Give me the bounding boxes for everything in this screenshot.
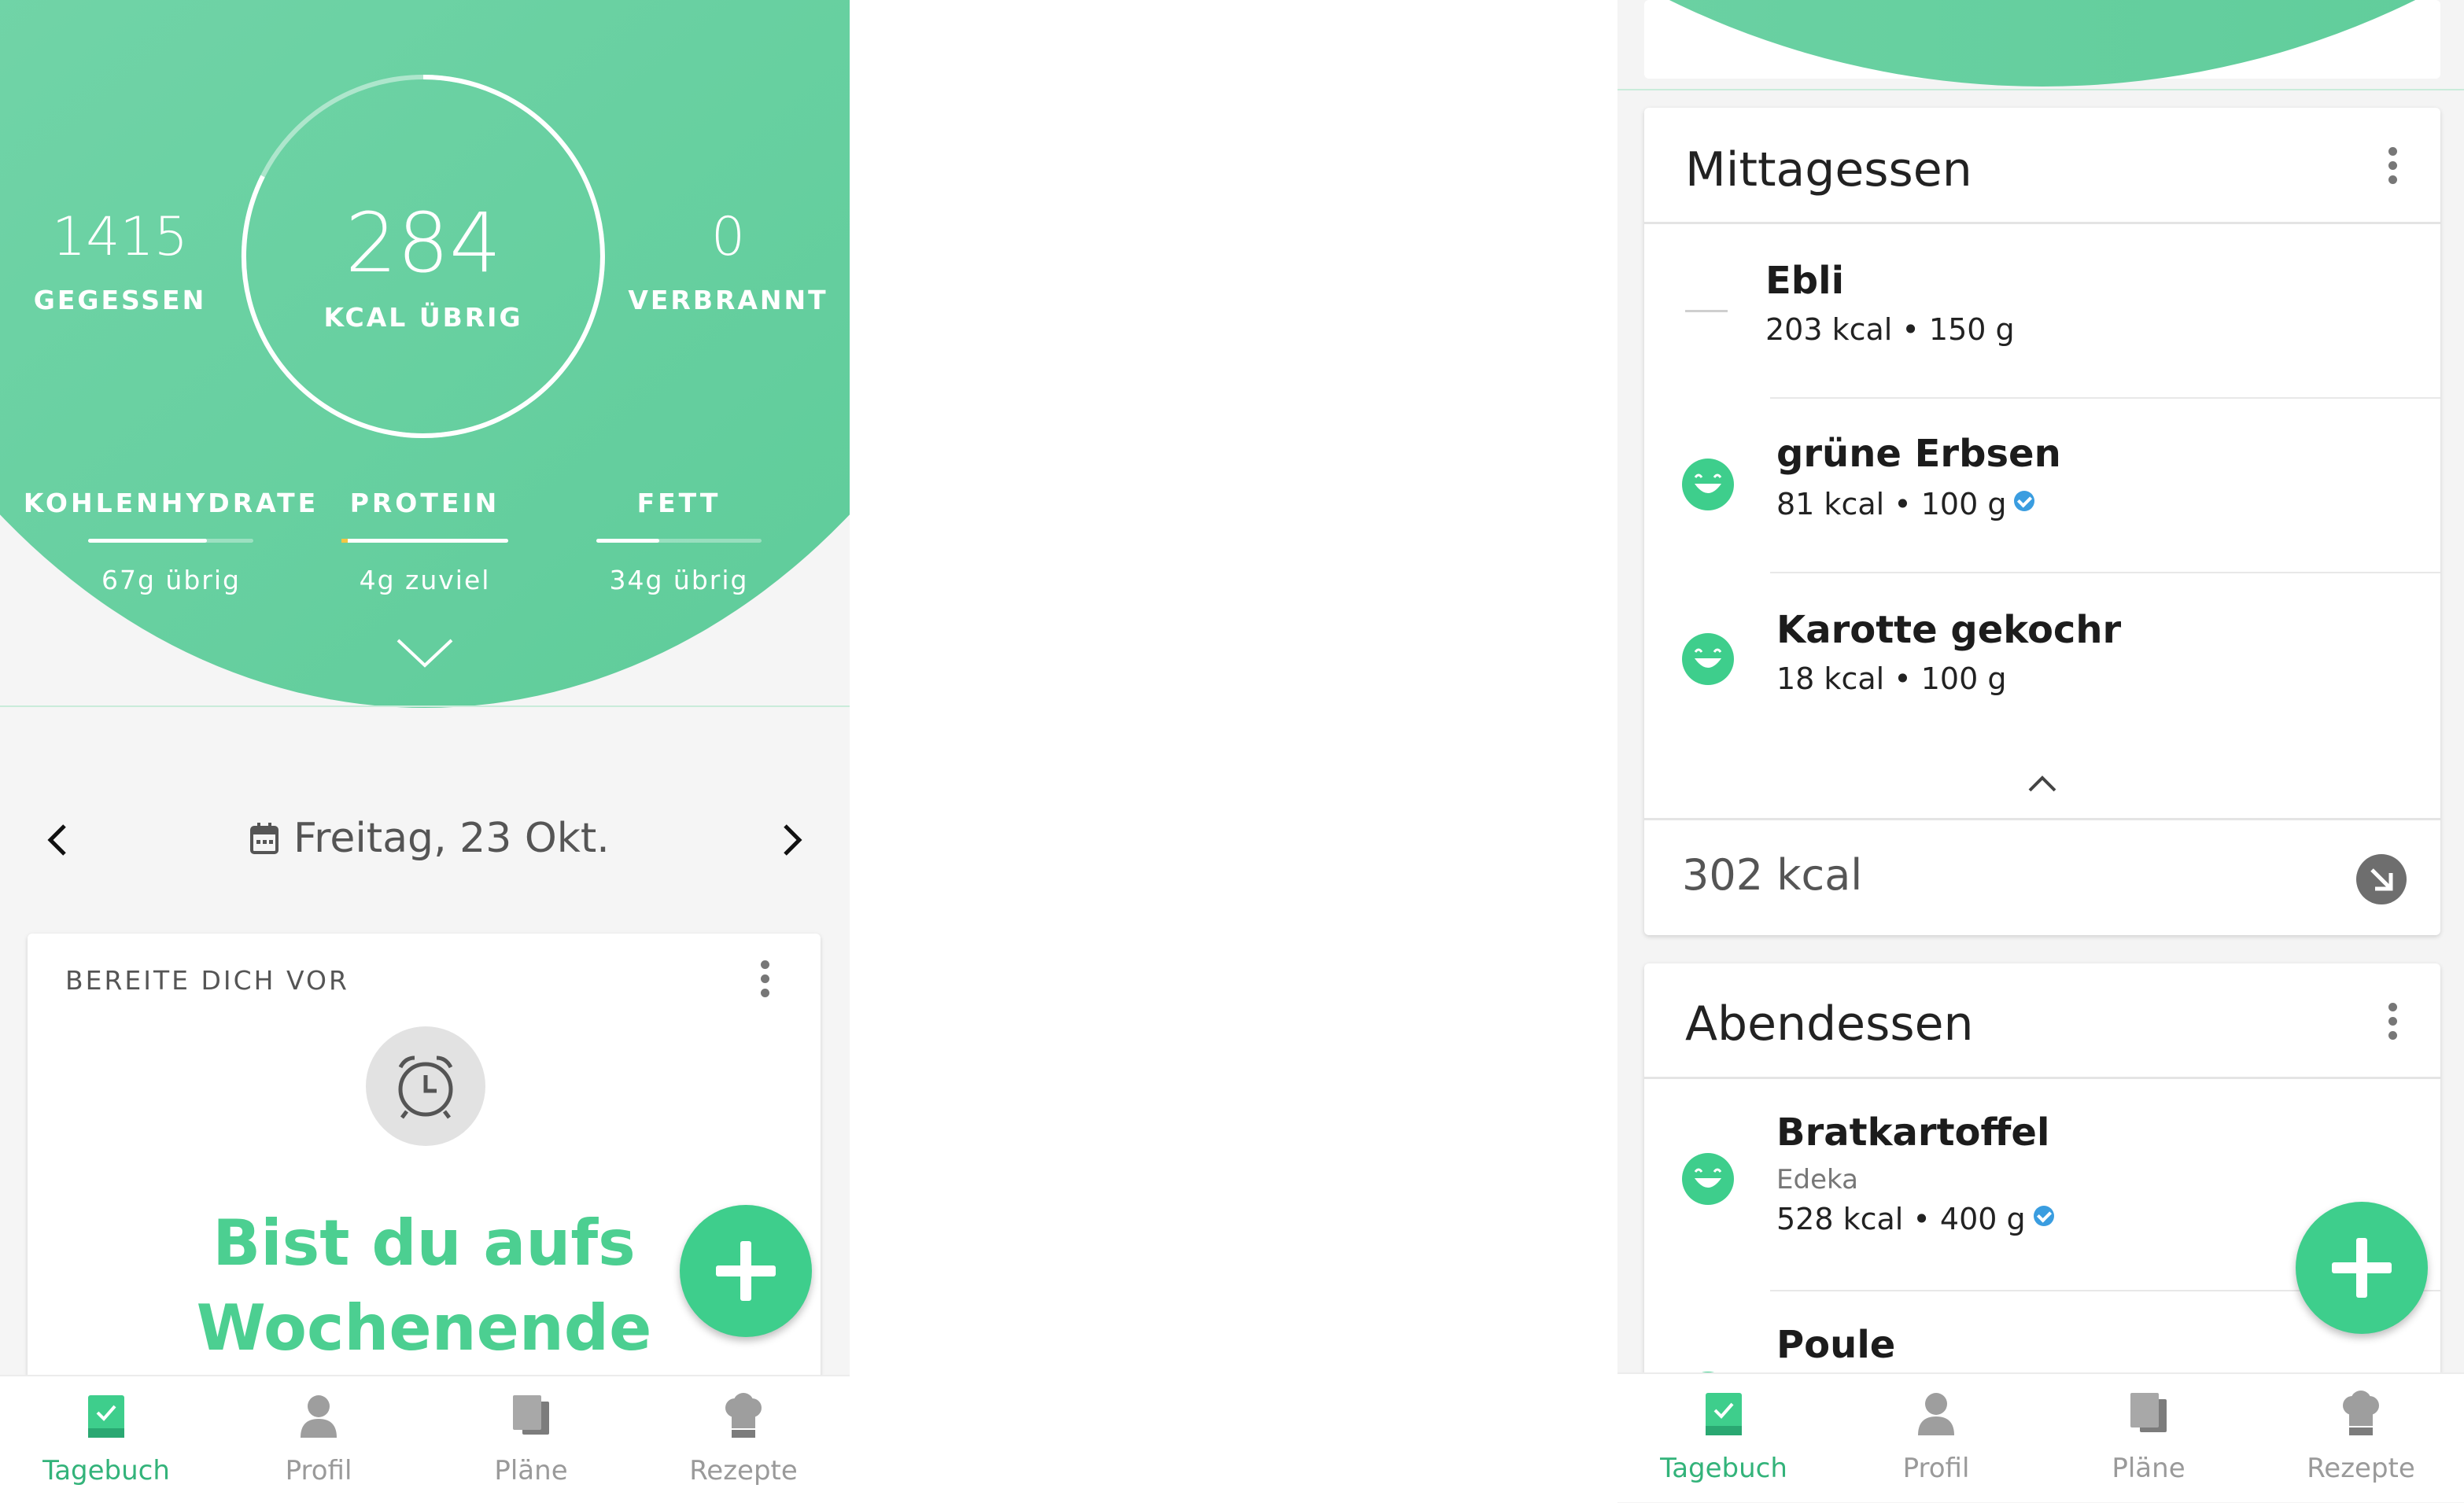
chef-hat-icon xyxy=(725,1393,762,1438)
meal-total-kcal: 302 kcal xyxy=(1682,850,1863,900)
nav-label-tagebuch: Tagebuch xyxy=(1660,1453,1787,1484)
previous-day-chevron-left-icon[interactable] xyxy=(46,823,69,857)
macro-protein-fill xyxy=(341,539,508,543)
nav-item-plaene[interactable]: Pläne xyxy=(2042,1374,2255,1502)
food-details-text: 81 kcal • 100 g xyxy=(1776,487,2007,521)
food-name: Ebli xyxy=(1765,259,1845,303)
food-details-text: 528 kcal • 400 g xyxy=(1776,1202,2026,1236)
card-more-icon[interactable] xyxy=(761,960,770,998)
food-item[interactable]: grüne Erbsen 81 kcal • 100 g xyxy=(1644,399,2440,573)
current-date[interactable]: Freitag, 23 Okt. xyxy=(293,815,610,862)
diary-book-icon xyxy=(88,1395,124,1438)
lunch-more-icon[interactable] xyxy=(2388,147,2398,185)
header-divider xyxy=(1617,89,2464,90)
plans-stack-icon xyxy=(2130,1393,2167,1432)
meal-footer-divider xyxy=(1644,818,2440,820)
bottom-navigation: Tagebuch Profil Pläne Rezepte xyxy=(1617,1372,2464,1502)
nav-label-profil: Profil xyxy=(285,1455,352,1486)
nav-item-rezepte[interactable]: Rezepte xyxy=(2255,1374,2464,1502)
burned-label: VERBRANNT xyxy=(628,285,828,315)
macro-carbs-fill xyxy=(88,539,208,543)
nav-label-plaene: Pläne xyxy=(2112,1453,2186,1484)
prepare-card: BEREITE DICH VOR Bist du aufs Wochenende xyxy=(28,934,821,1405)
meal-title: Mittagessen xyxy=(1685,142,1972,197)
date-navigation: Freitag, 23 Okt. xyxy=(0,810,850,873)
food-brand: Edeka xyxy=(1776,1164,1858,1195)
next-day-chevron-right-icon[interactable] xyxy=(780,823,804,857)
diary-screen-right: Mittagessen Ebli 203 kcal • 150 g grüne … xyxy=(1617,0,2464,1503)
header-divider xyxy=(0,705,850,707)
add-entry-button[interactable] xyxy=(2296,1202,2428,1334)
expand-chevron-down-icon[interactable] xyxy=(395,635,455,670)
verified-badge-icon xyxy=(2033,1206,2054,1226)
smiley-icon xyxy=(1682,459,1734,510)
food-details: 528 kcal • 400 g xyxy=(1776,1202,2054,1236)
meal-card-dinner: Abendessen Bratkartoffel Edeka 528 kcal … xyxy=(1644,963,2440,1435)
meal-title: Abendessen xyxy=(1685,996,1974,1052)
nav-item-tagebuch[interactable]: Tagebuch xyxy=(0,1376,212,1503)
nav-item-profil[interactable]: Profil xyxy=(1830,1374,2042,1502)
collapse-chevron-up-icon[interactable] xyxy=(2025,772,2060,794)
nav-label-profil: Profil xyxy=(1902,1453,1970,1484)
food-name: Poule xyxy=(1776,1323,1896,1367)
macro-protein-sub: 4g zuviel xyxy=(359,565,491,595)
eaten-value: 1415 xyxy=(51,206,189,268)
bottom-navigation: Tagebuch Profil Pläne Rezepte xyxy=(0,1375,850,1503)
nav-item-rezepte[interactable]: Rezepte xyxy=(637,1376,850,1503)
food-details: 18 kcal • 100 g xyxy=(1776,661,2007,696)
food-name: Bratkartoffel xyxy=(1776,1111,2050,1155)
nav-item-tagebuch[interactable]: Tagebuch xyxy=(1617,1374,1830,1502)
macro-fat-sub: 34g übrig xyxy=(609,565,749,595)
alarm-clock-icon xyxy=(366,1026,485,1146)
food-details: 203 kcal • 150 g xyxy=(1765,312,2015,347)
nav-item-profil[interactable]: Profil xyxy=(212,1376,425,1503)
diary-book-icon xyxy=(1706,1393,1742,1435)
nav-label-rezepte: Rezepte xyxy=(2307,1453,2415,1484)
nav-label-rezepte: Rezepte xyxy=(689,1455,798,1486)
summary-header-collapsed xyxy=(1617,0,2464,94)
macro-carbs-sub: 67g übrig xyxy=(101,565,241,595)
profile-person-icon xyxy=(1918,1393,1954,1435)
meal-card-lunch: Mittagessen Ebli 203 kcal • 150 g grüne … xyxy=(1644,108,2440,935)
food-item[interactable]: Ebli 203 kcal • 150 g xyxy=(1644,224,2440,399)
burned-value: 0 xyxy=(710,206,746,268)
macro-protein-bar xyxy=(341,539,508,543)
profile-person-icon xyxy=(301,1395,337,1438)
nav-label-plaene: Pläne xyxy=(494,1455,568,1486)
diary-screen-left: 1415 GEGESSEN 284 KCAL ÜBRIG 0 VERBRANNT… xyxy=(0,0,850,1503)
macro-fat-fill xyxy=(596,539,659,543)
card-kicker: BEREITE DICH VOR xyxy=(65,965,349,996)
summary-header: 1415 GEGESSEN 284 KCAL ÜBRIG 0 VERBRANNT… xyxy=(0,0,850,708)
macro-carbs-label: KOHLENHYDRATE xyxy=(23,488,319,518)
macro-carbs-bar xyxy=(88,539,253,543)
plans-stack-icon xyxy=(513,1395,549,1435)
macro-fat-bar xyxy=(596,539,762,543)
food-name: Karotte gekochr xyxy=(1776,608,2122,652)
food-item[interactable]: Karotte gekochr 18 kcal • 100 g xyxy=(1644,573,2440,748)
open-details-arrow-icon[interactable] xyxy=(2355,853,2407,905)
macro-fat-label: FETT xyxy=(636,488,721,518)
nav-label-tagebuch: Tagebuch xyxy=(42,1455,170,1486)
food-name: grüne Erbsen xyxy=(1776,432,2061,476)
eaten-label: GEGESSEN xyxy=(33,285,207,315)
macro-protein-label: PROTEIN xyxy=(349,488,500,518)
food-details: 81 kcal • 100 g xyxy=(1776,487,2035,521)
remaining-label: KCAL ÜBRIG xyxy=(323,302,523,333)
smiley-icon xyxy=(1682,633,1734,685)
add-entry-button[interactable] xyxy=(680,1205,812,1337)
chef-hat-icon xyxy=(2343,1391,2379,1435)
calendar-icon[interactable] xyxy=(249,821,280,856)
remaining-value: 284 xyxy=(345,195,502,291)
dinner-more-icon[interactable] xyxy=(2388,1003,2398,1041)
protein-over-marker xyxy=(341,539,348,543)
smiley-icon xyxy=(1682,1153,1734,1205)
dash-icon xyxy=(1685,310,1728,312)
verified-badge-icon xyxy=(2014,491,2035,511)
nav-item-plaene[interactable]: Pläne xyxy=(425,1376,637,1503)
